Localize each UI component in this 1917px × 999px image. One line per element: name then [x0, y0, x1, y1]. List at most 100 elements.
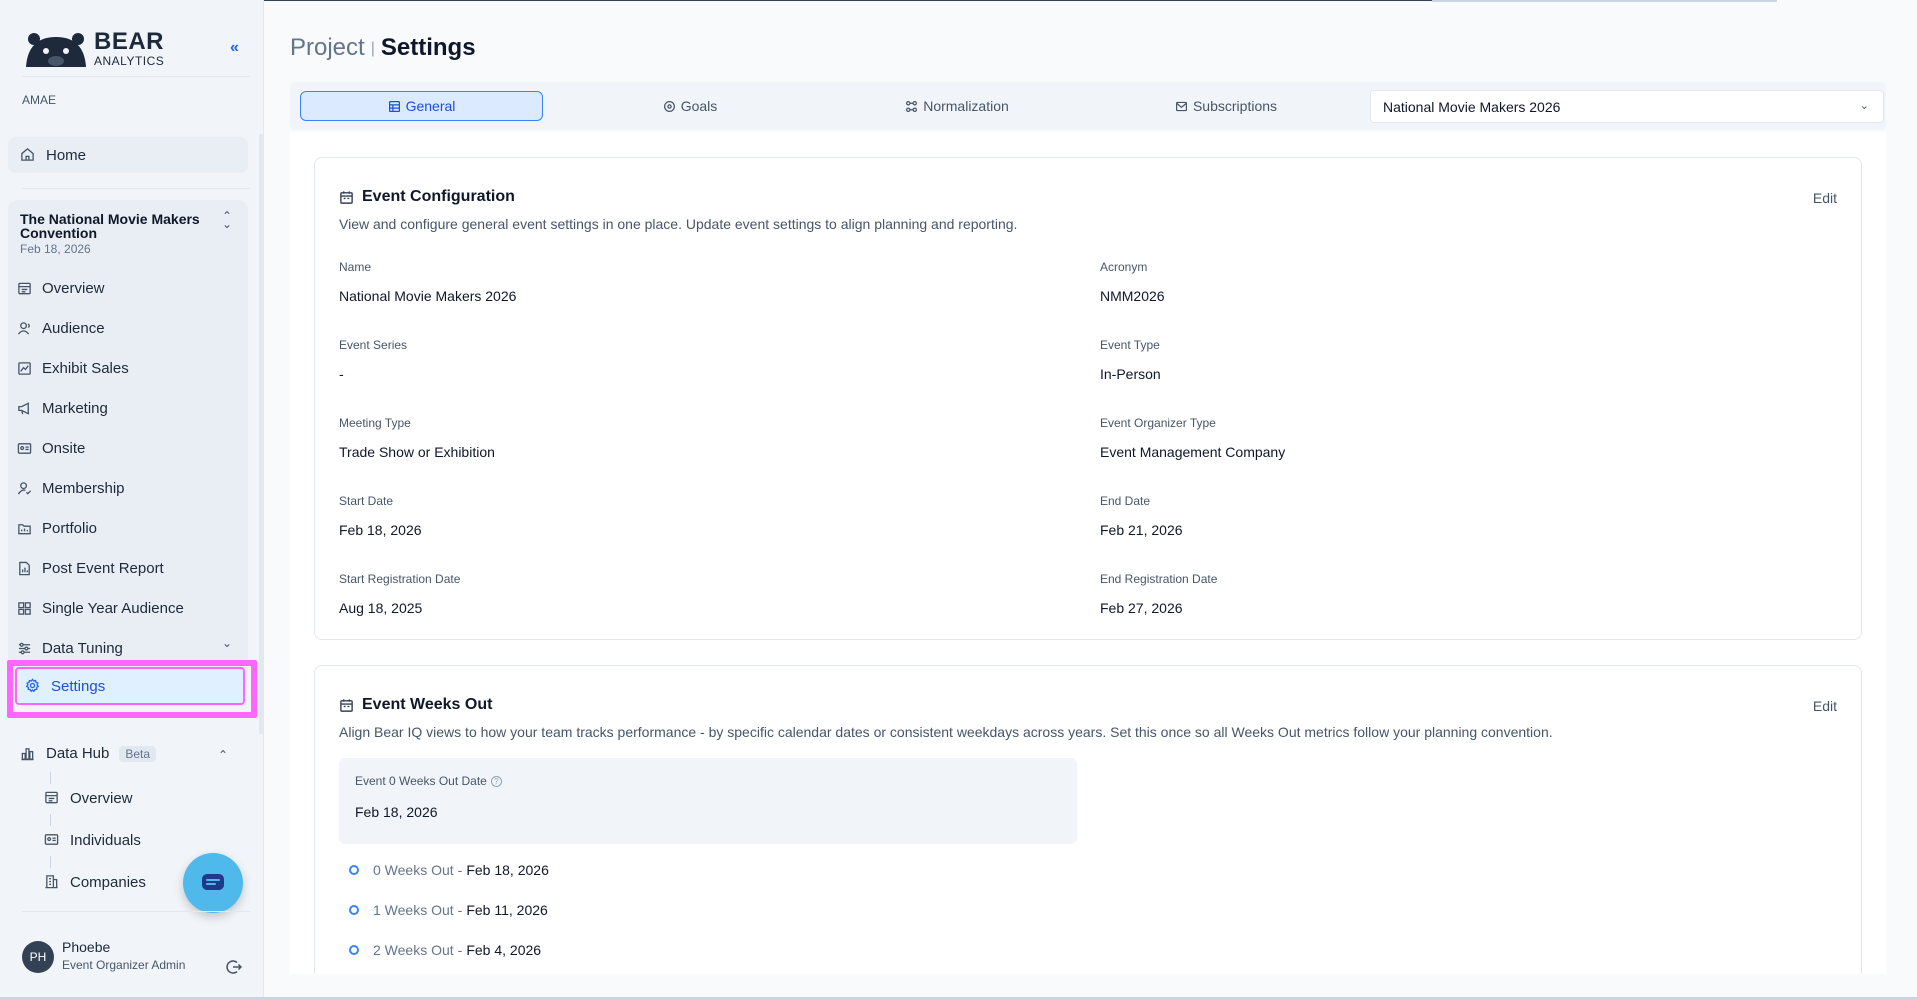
datahub-item-individuals[interactable]: Individuals [44, 827, 141, 853]
sidebar-item-portfolio[interactable]: Portfolio [16, 513, 97, 543]
zero-weeks-out-value: Feb 18, 2026 [355, 804, 438, 820]
datahub-item-overview[interactable]: Overview [44, 785, 133, 811]
card-description: Align Bear IQ views to how your team tra… [339, 724, 1553, 740]
sidebar-item-data-hub[interactable]: Data Hub Beta [20, 745, 157, 762]
sidebar-item-single-year-audience[interactable]: Single Year Audience [16, 593, 184, 623]
logout-icon[interactable] [226, 959, 242, 975]
sidebar-item-audience[interactable]: Audience [16, 313, 105, 343]
sidebar-item-data-tuning[interactable]: Data Tuning [16, 633, 123, 663]
sidebar-item-label: Home [46, 146, 87, 164]
data-hub-icon [20, 746, 36, 762]
data-hub-label: Data Hub [46, 745, 110, 762]
timeline-date: Feb 18, 2026 [466, 862, 549, 878]
card-description: View and configure general event setting… [339, 216, 1018, 232]
tab-goals[interactable]: Goals [590, 91, 790, 121]
bear-analytics-logo[interactable]: BEAR ANALYTICS [22, 30, 164, 67]
sidebar-item-membership[interactable]: Membership [16, 473, 125, 503]
card-title-text: Event Configuration [362, 188, 515, 205]
sidebar-item-label: Settings [51, 677, 106, 695]
report-icon [16, 560, 32, 576]
chevron-down-icon[interactable]: ⌄ [222, 636, 232, 650]
member-icon [16, 480, 32, 496]
event-configuration-card: Event Configuration View and configure g… [314, 157, 1862, 640]
timeline-date: Feb 11, 2026 [466, 902, 548, 918]
chevron-up-down-icon[interactable]: ⌃ ⌄ [222, 210, 232, 230]
sidebar-item-exhibit-sales[interactable]: Exhibit Sales [16, 353, 129, 383]
field-value-event-series: - [339, 366, 344, 382]
card-title: Event Configuration [339, 188, 515, 206]
sidebar-item-label: Single Year Audience [42, 599, 184, 617]
sidebar-item-marketing[interactable]: Marketing [16, 393, 108, 423]
tab-subscriptions[interactable]: Subscriptions [1126, 91, 1326, 121]
badge-icon [16, 440, 32, 456]
timeline-dot [349, 905, 359, 915]
mail-icon [1175, 101, 1187, 111]
sidebar-item-overview[interactable]: Overview [16, 273, 105, 303]
normalize-icon [906, 100, 918, 112]
timeline-date: Feb 4, 2026 [466, 942, 542, 958]
timeline-weeks: 1 Weeks Out [373, 902, 454, 918]
timeline-weeks: 2 Weeks Out [373, 942, 454, 958]
sidebar-item-label: Exhibit Sales [42, 359, 129, 377]
breadcrumb: Project | Settings [290, 34, 476, 61]
building-icon [44, 874, 60, 890]
edit-weeks-button[interactable]: Edit [1813, 698, 1837, 714]
event-switcher-title[interactable]: The National Movie Makers Convention [20, 212, 220, 240]
field-value-start-registration: Aug 18, 2025 [339, 600, 423, 616]
field-label-name: Name [339, 260, 372, 274]
sub-item-label: Individuals [70, 831, 141, 849]
timeline-item: 1 Weeks Out - Feb 11, 2026 [349, 902, 548, 918]
sidebar-item-settings[interactable]: Settings [15, 667, 245, 705]
tab-normalization[interactable]: Normalization [857, 91, 1057, 121]
avatar[interactable]: PH [22, 941, 54, 973]
field-label-acronym: Acronym [1100, 260, 1148, 274]
calendar-icon [340, 190, 353, 204]
field-value-meeting-type: Trade Show or Exhibition [339, 444, 495, 460]
timeline-dot [349, 865, 359, 875]
chat-button[interactable] [183, 853, 243, 913]
sidebar-item-label: Membership [42, 479, 125, 497]
breadcrumb-project[interactable]: Project [290, 34, 365, 61]
tab-general[interactable]: General [300, 91, 543, 121]
user-role: Event Organizer Admin [62, 958, 186, 972]
timeline-dot [349, 945, 359, 955]
field-label-organizer-type: Event Organizer Type [1100, 416, 1216, 430]
overview-icon [16, 280, 32, 296]
field-label-meeting-type: Meeting Type [339, 416, 411, 430]
edit-config-button[interactable]: Edit [1813, 190, 1837, 206]
datahub-item-companies[interactable]: Companies [44, 869, 146, 895]
sliders-icon [16, 640, 32, 656]
field-value-start-date: Feb 18, 2026 [339, 522, 422, 538]
card-title-text: Event Weeks Out [362, 696, 493, 713]
chat-icon [202, 874, 224, 890]
sidebar: BEAR ANALYTICS « AMAE Home The National … [0, 0, 264, 999]
target-icon [663, 100, 675, 112]
field-value-acronym: NMM2026 [1100, 288, 1165, 304]
event-select[interactable]: National Movie Makers 2026 ⌄ [1370, 90, 1884, 123]
timeline-item: 0 Weeks Out - Feb 18, 2026 [349, 862, 549, 878]
sidebar-item-post-event-report[interactable]: Post Event Report [16, 553, 164, 583]
sidebar-item-onsite[interactable]: Onsite [16, 433, 85, 463]
zero-weeks-out-label-text: Event 0 Weeks Out Date [355, 774, 487, 788]
field-value-end-date: Feb 21, 2026 [1100, 522, 1183, 538]
badge-icon [44, 832, 60, 848]
sidebar-scrollbar[interactable] [259, 134, 263, 734]
info-icon[interactable]: ? [490, 775, 502, 787]
home-icon [20, 147, 36, 163]
bear-logo-icon [26, 32, 86, 67]
gear-icon [25, 678, 41, 694]
chevron-up-icon[interactable]: ⌃ [218, 748, 228, 762]
event-date: Feb 18, 2026 [20, 242, 91, 256]
sub-item-label: Overview [70, 789, 133, 807]
tab-label: Goals [680, 98, 718, 114]
timeline-item: 2 Weeks Out - Feb 4, 2026 [349, 942, 541, 958]
portfolio-icon [16, 520, 32, 536]
megaphone-icon [16, 400, 32, 416]
field-label-start-registration: Start Registration Date [339, 572, 461, 586]
tab-label: Normalization [923, 98, 1009, 114]
table-icon [388, 100, 400, 112]
field-label-end-date: End Date [1100, 494, 1151, 508]
sidebar-item-home[interactable]: Home [8, 137, 248, 173]
zero-weeks-out-box: Event 0 Weeks Out Date ? Feb 18, 2026 [339, 758, 1077, 844]
collapse-sidebar-icon[interactable]: « [230, 39, 239, 57]
